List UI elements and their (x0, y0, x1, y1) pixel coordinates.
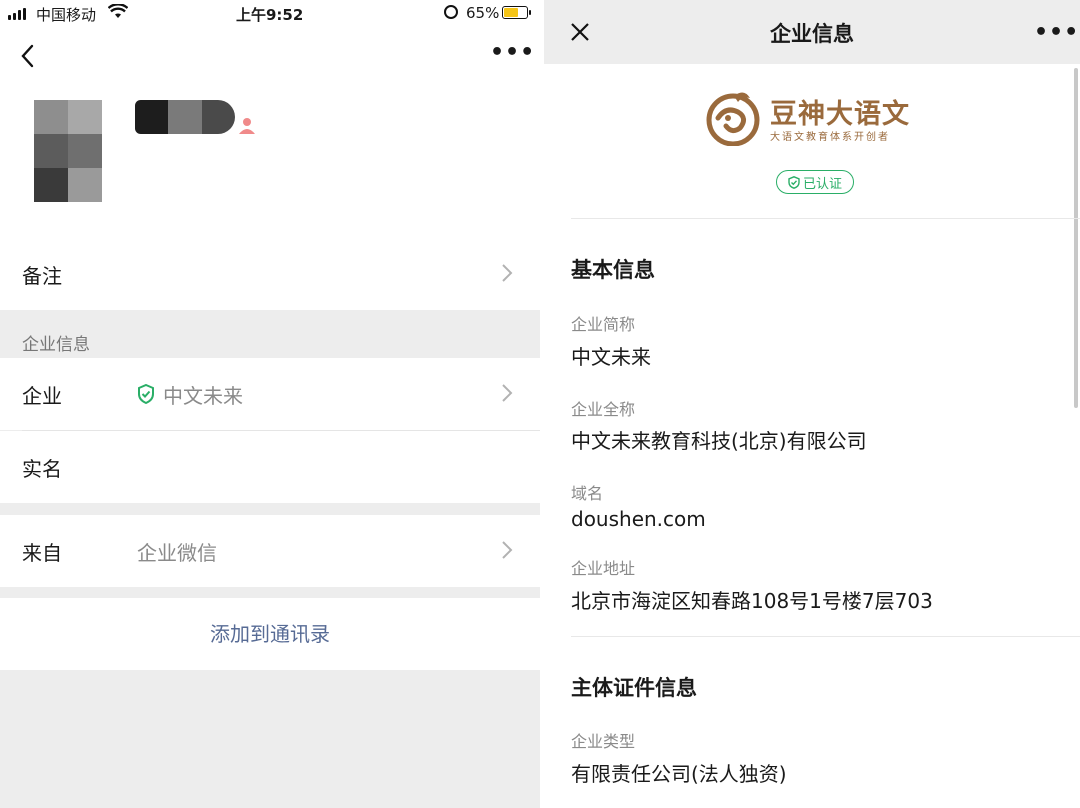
company-logo: 豆神大语文 大语文教育体系开创者 (704, 86, 924, 148)
wifi-icon (108, 4, 128, 18)
nav-bar: 企业信息 ••• (544, 0, 1080, 64)
domain-link[interactable]: doushen.com (571, 507, 706, 531)
divider (571, 636, 1080, 637)
contact-name-blurred (135, 100, 235, 134)
source-value: 企业微信 (137, 541, 217, 565)
field-value: 北京市海淀区知春路108号1号楼7层703 (571, 589, 933, 613)
avatar[interactable] (34, 100, 102, 202)
clock: 上午9:52 (236, 6, 304, 24)
person-icon (239, 118, 255, 134)
chevron-right-icon (502, 264, 513, 282)
logo-mark-icon (706, 92, 760, 146)
logo-name: 豆神大语文 (770, 99, 910, 130)
battery-percent: 65% (466, 4, 500, 22)
orientation-lock-icon (444, 5, 458, 19)
chevron-right-icon (502, 384, 513, 402)
verified-badge: 已认证 (776, 170, 854, 194)
field-label: 企业全称 (571, 400, 636, 419)
shield-check-icon (788, 175, 800, 189)
verified-shield-icon (138, 384, 154, 404)
field-label: 企业简称 (571, 315, 636, 334)
field-label: 企业地址 (571, 559, 636, 578)
contact-panel: 中国移动 上午9:52 65% ••• 备注 企业信息 企业 中文未来 实名 来… (0, 0, 540, 808)
logo-tagline: 大语文教育体系开创者 (770, 132, 890, 143)
field-value: 中文未来 (571, 345, 651, 369)
realname-label: 实名 (22, 457, 62, 481)
source-label: 来自 (22, 541, 62, 565)
section-heading-license: 主体证件信息 (571, 676, 697, 700)
company-value: 中文未来 (163, 384, 243, 408)
back-icon[interactable] (18, 42, 38, 70)
more-icon[interactable]: ••• (1034, 22, 1079, 44)
company-label: 企业 (22, 384, 62, 408)
page-title: 企业信息 (770, 22, 854, 46)
row-remark[interactable]: 备注 (0, 238, 540, 310)
row-realname: 实名 (0, 431, 540, 503)
chevron-right-icon (502, 541, 513, 559)
remark-label: 备注 (22, 264, 62, 288)
signal-icon (8, 8, 26, 20)
company-info-panel: 企业信息 ••• 豆神大语文 大语文教育体系开创者 已认证 基本信息 企业简称 … (544, 0, 1080, 808)
more-icon[interactable]: ••• (490, 42, 535, 64)
scrollbar[interactable] (1074, 68, 1078, 408)
carrier-label: 中国移动 (36, 6, 97, 24)
field-value: 中文未来教育科技(北京)有限公司 (571, 429, 867, 453)
section-label-company-info: 企业信息 (22, 335, 90, 355)
section-heading-basic: 基本信息 (571, 258, 655, 282)
row-source[interactable]: 来自 企业微信 (0, 515, 540, 587)
row-company[interactable]: 企业 中文未来 (0, 358, 540, 430)
add-to-contacts-button[interactable]: 添加到通讯录 (0, 598, 540, 670)
verified-label: 已认证 (802, 176, 842, 192)
field-label: 域名 (571, 484, 604, 503)
field-value: 有限责任公司(法人独资) (571, 762, 787, 786)
divider (571, 218, 1080, 219)
profile-header: ••• (0, 28, 540, 238)
field-label: 企业类型 (571, 732, 636, 751)
status-bar: 中国移动 上午9:52 65% (0, 0, 540, 28)
battery-icon (502, 6, 531, 19)
